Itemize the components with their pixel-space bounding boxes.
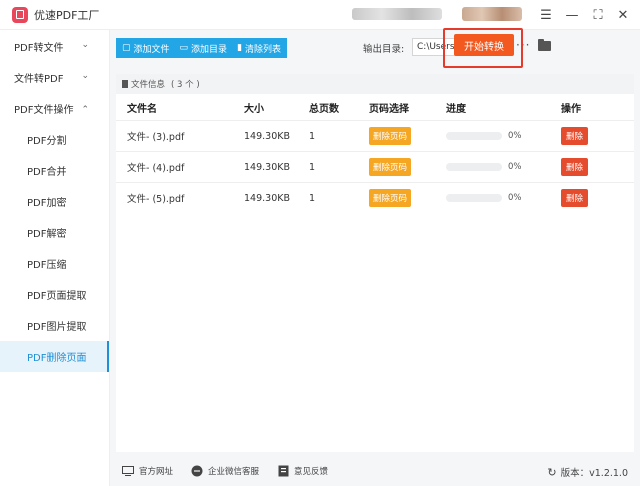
file-info-bar: 文件信息 ( 3 个 ) (116, 74, 634, 94)
chevron-down-icon: ⌄ (81, 40, 89, 50)
col-pages: 总页数 (309, 103, 339, 115)
col-progress: 进度 (446, 103, 466, 115)
page-count: 1 (309, 192, 316, 204)
file-size: 149.30KB (244, 161, 290, 173)
page-count: 1 (309, 130, 316, 142)
file-name: 文件- (3).pdf (127, 132, 185, 143)
delete-pages-button[interactable]: 删除页码 (369, 127, 412, 145)
progress-percent: 0% (508, 162, 522, 172)
progress-bar (446, 163, 502, 171)
file-size: 149.30KB (244, 130, 290, 142)
monitor-icon (122, 465, 134, 477)
sidebar-item-label: PDF加密 (27, 198, 67, 209)
menu-icon[interactable]: ☰ (536, 5, 556, 25)
delete-pages-button[interactable]: 删除页码 (369, 189, 412, 207)
wechat-label: 企业微信客服 (208, 467, 260, 477)
table-row: 文件- (3).pdf 149.30KB 1 删除页码 0% 删除 (116, 120, 634, 151)
website-label: 官方网址 (139, 467, 174, 477)
maximize-icon[interactable]: ⛶ (588, 5, 608, 25)
sidebar: PDF转文件 ⌄ 文件转PDF ⌄ PDF文件操作 ⌃ PDF分割 PDF合并 … (0, 30, 110, 486)
sidebar-item-pdf-encrypt[interactable]: PDF加密 (0, 186, 109, 217)
start-convert-button[interactable]: 开始转换 (454, 34, 514, 56)
app-title: 优速PDF工厂 (34, 8, 100, 22)
file-size: 149.30KB (244, 192, 290, 204)
wechat-support-link[interactable]: 企业微信客服 (191, 465, 259, 477)
add-file-label: 添加文件 (133, 44, 170, 55)
sidebar-item-file-to-pdf[interactable]: 文件转PDF ⌄ (0, 62, 109, 93)
toolbar: ▢ 添加文件 ▭ 添加目录 ▮ 清除列表 输出目录: C:\Users\1748… (110, 30, 640, 66)
sidebar-item-label: PDF解密 (27, 229, 67, 240)
table-header: 文件名 大小 总页数 页码选择 进度 操作 (116, 94, 634, 120)
open-folder-icon[interactable] (538, 39, 551, 51)
feedback-icon (277, 465, 289, 477)
footer: 官方网址 企业微信客服 意见反馈 ↻ 版本：v1.2.1.0 (110, 456, 640, 486)
chevron-down-icon: ⌄ (81, 71, 89, 81)
progress-bar (446, 194, 502, 202)
col-action: 操作 (561, 103, 581, 115)
delete-row-button[interactable]: 删除 (561, 127, 589, 145)
feedback-link[interactable]: 意见反馈 (277, 465, 328, 477)
table-row: 文件- (5).pdf 149.30KB 1 删除页码 0% 删除 (116, 182, 634, 213)
sidebar-item-label: PDF删除页面 (27, 353, 87, 364)
sidebar-item-label: PDF文件操作 (14, 105, 74, 116)
sidebar-item-pdf-split[interactable]: PDF分割 (0, 124, 109, 155)
add-folder-button[interactable]: ▭ 添加目录 (180, 42, 228, 55)
sidebar-item-label: PDF图片提取 (27, 322, 87, 333)
chevron-up-icon: ⌃ (81, 105, 89, 115)
blurred-user-avatar (462, 7, 522, 21)
progress-bar (446, 132, 502, 140)
file-add-icon: ▢ (122, 43, 131, 53)
version-info[interactable]: ↻ 版本：v1.2.1.0 (547, 465, 628, 480)
title-bar: 优速PDF工厂 ☰ — ⛶ ✕ (0, 0, 640, 30)
trash-icon: ▮ (237, 43, 243, 53)
sidebar-item-pdf-merge[interactable]: PDF合并 (0, 155, 109, 186)
sidebar-item-label: 文件转PDF (14, 74, 64, 85)
clear-list-label: 清除列表 (245, 44, 282, 55)
sidebar-item-label: PDF压缩 (27, 260, 67, 271)
col-page-select: 页码选择 (369, 103, 409, 115)
file-name: 文件- (5).pdf (127, 194, 185, 205)
sidebar-item-label: PDF分割 (27, 136, 67, 147)
col-size: 大小 (244, 103, 264, 115)
file-count: ( 3 个 ) (171, 80, 200, 90)
sidebar-item-pdf-image-extract[interactable]: PDF图片提取 (0, 310, 109, 341)
sidebar-item-pdf-delete-pages[interactable]: PDF删除页面 (0, 341, 109, 372)
feedback-label: 意见反馈 (294, 467, 329, 477)
file-name: 文件- (4).pdf (127, 163, 185, 174)
website-link[interactable]: 官方网址 (122, 465, 173, 477)
sidebar-item-label: PDF转文件 (14, 43, 64, 54)
sidebar-item-pdf-to-file[interactable]: PDF转文件 ⌄ (0, 31, 109, 62)
clear-list-button[interactable]: ▮ 清除列表 (237, 42, 281, 55)
progress-percent: 0% (508, 193, 522, 203)
file-actions-group: ▢ 添加文件 ▭ 添加目录 ▮ 清除列表 (116, 38, 288, 58)
minimize-icon[interactable]: — (562, 5, 582, 25)
table-row: 文件- (4).pdf 149.30KB 1 删除页码 0% 删除 (116, 151, 634, 182)
add-folder-label: 添加目录 (191, 44, 228, 55)
output-dir-label: 输出目录: (363, 44, 405, 55)
app-logo-icon (12, 6, 28, 23)
sidebar-item-pdf-page-extract[interactable]: PDF页面提取 (0, 279, 109, 310)
close-icon[interactable]: ✕ (613, 5, 633, 25)
sidebar-item-pdf-compress[interactable]: PDF压缩 (0, 248, 109, 279)
sidebar-item-pdf-operations[interactable]: PDF文件操作 ⌃ (0, 93, 109, 124)
chat-icon (191, 465, 203, 477)
folder-add-icon: ▭ (179, 43, 189, 53)
file-info-label: 文件信息 (131, 80, 166, 90)
sidebar-item-label: PDF合并 (27, 167, 67, 178)
col-filename: 文件名 (127, 103, 157, 115)
document-icon (122, 80, 128, 88)
sidebar-item-label: PDF页面提取 (27, 291, 87, 302)
delete-row-button[interactable]: 删除 (561, 158, 589, 176)
blurred-account-info (352, 8, 442, 20)
file-list-panel: 文件信息 ( 3 个 ) 文件名 大小 总页数 页码选择 进度 操作 文件- (… (116, 74, 634, 452)
page-count: 1 (309, 161, 316, 173)
refresh-icon: ↻ (547, 465, 557, 479)
delete-row-button[interactable]: 删除 (561, 189, 589, 207)
sidebar-item-pdf-decrypt[interactable]: PDF解密 (0, 217, 109, 248)
progress-percent: 0% (508, 131, 522, 141)
add-file-button[interactable]: ▢ 添加文件 (122, 42, 170, 55)
delete-pages-button[interactable]: 删除页码 (369, 158, 412, 176)
version-label: 版本：v1.2.1.0 (560, 468, 628, 479)
